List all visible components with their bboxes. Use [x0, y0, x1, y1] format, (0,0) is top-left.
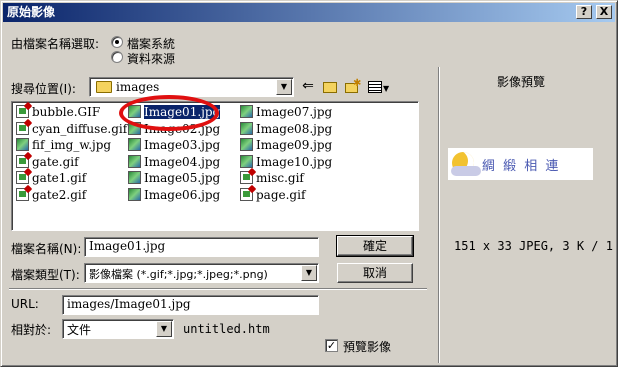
filename-label: 檔案名稱(N): [11, 242, 82, 256]
file-name: fif_img_w.jpg [32, 138, 112, 152]
jpeg-file-icon [128, 171, 141, 184]
preview-image-text: 綢 緞 相 連 [482, 159, 561, 174]
file-item[interactable]: Image04.jpg [128, 154, 220, 170]
file-name: gate2.gif [32, 187, 87, 202]
up-folder-icon[interactable] [321, 78, 339, 96]
look-in-value: images [116, 80, 160, 94]
file-name: Image08.jpg [256, 121, 333, 136]
select-source-label: 由檔案名稱選取: [11, 37, 100, 51]
gif-file-icon [16, 105, 29, 118]
jpeg-file-icon [128, 154, 141, 168]
help-button[interactable]: ? [576, 5, 592, 19]
file-item[interactable]: Image06.jpg [128, 187, 220, 203]
cancel-button[interactable]: 取消 [337, 263, 413, 283]
url-label: URL: [11, 297, 39, 311]
relative-value: 文件 [67, 323, 92, 337]
folder-icon [96, 81, 112, 93]
filename-input[interactable]: Image01.jpg [84, 237, 319, 257]
help-icon: ? [580, 5, 588, 18]
chevron-down-icon[interactable]: ▼ [276, 79, 292, 95]
file-name: gate1.gif [32, 171, 87, 185]
file-item[interactable]: cyan_diffuse.gif [16, 121, 127, 137]
file-name: bubble.GIF [32, 105, 101, 119]
filetype-select[interactable]: 影像檔案 (*.gif;*.jpg;*.jpeg;*.png) ▼ [84, 263, 319, 283]
file-list[interactable]: bubble.GIF cyan_diffuse.gif fif_img_w.jpgg… [11, 101, 419, 231]
vertical-divider [438, 67, 440, 363]
jpeg-file-icon [128, 138, 141, 151]
file-item[interactable]: bubble.GIF [16, 104, 100, 120]
jpeg-file-icon [240, 121, 253, 135]
file-name: Image06.jpg [144, 187, 221, 202]
radio-data-source-label[interactable]: 資料來源 [127, 50, 175, 67]
file-item[interactable]: Image03.jpg [128, 137, 220, 153]
file-item[interactable]: Image08.jpg [240, 121, 332, 137]
cloud-icon [451, 166, 481, 176]
view-menu-icon[interactable]: ▼ [367, 78, 391, 96]
divider [9, 288, 427, 290]
preview-image: 綢 緞 相 連 [448, 148, 593, 180]
file-item[interactable]: Image07.jpg [240, 104, 332, 120]
file-item[interactable]: gate1.gif [16, 170, 86, 186]
gif-file-icon [16, 121, 29, 135]
file-item[interactable]: page.gif [240, 187, 305, 203]
chevron-down-icon[interactable]: ▼ [301, 265, 317, 281]
file-name: Image07.jpg [256, 105, 333, 119]
file-name: Image04.jpg [144, 154, 221, 169]
jpeg-file-icon [128, 187, 141, 201]
chevron-down-icon[interactable]: ▼ [156, 321, 172, 337]
file-item[interactable]: fif_img_w.jpg [16, 137, 111, 153]
file-item[interactable]: Image10.jpg [240, 154, 332, 170]
filename-value: Image01.jpg [89, 239, 166, 253]
file-name: gate.gif [32, 154, 79, 169]
file-item[interactable]: gate2.gif [16, 187, 86, 203]
file-item[interactable]: misc.gif [240, 170, 304, 186]
close-button[interactable]: X [596, 5, 612, 19]
file-item[interactable]: gate.gif [16, 154, 79, 170]
preview-checkbox[interactable]: ✓ [325, 339, 338, 352]
gif-file-icon [240, 187, 253, 201]
file-name: Image05.jpg [144, 171, 221, 185]
jpeg-file-icon [16, 138, 29, 151]
window-title: 原始影像 [7, 5, 56, 19]
url-input[interactable]: images/Image01.jpg [62, 295, 319, 315]
file-item[interactable]: Image09.jpg [240, 137, 332, 153]
jpeg-file-icon [240, 138, 253, 151]
jpeg-file-icon [240, 105, 253, 118]
file-name: Image10.jpg [256, 154, 333, 169]
jpeg-file-icon [240, 154, 253, 168]
look-in-combo[interactable]: images ▼ [89, 77, 294, 97]
preview-checkbox-label[interactable]: 預覽影像 [343, 338, 391, 355]
check-icon: ✓ [326, 339, 337, 352]
file-name: page.gif [256, 187, 306, 202]
highlight-circle [119, 95, 219, 131]
dialog-window: 原始影像 ? X 由檔案名稱選取: 檔案系統 資料來源 搜尋位置(I): ima… [0, 0, 618, 367]
title-bar[interactable]: 原始影像 [3, 3, 615, 22]
gif-file-icon [16, 171, 29, 184]
file-item[interactable]: Image05.jpg [128, 170, 220, 186]
new-folder-icon[interactable]: ✱ [343, 78, 361, 96]
file-name: Image09.jpg [256, 138, 333, 152]
gif-file-icon [240, 171, 253, 184]
close-icon: X [599, 5, 609, 18]
look-in-label: 搜尋位置(I): [11, 82, 76, 96]
gif-file-icon [16, 187, 29, 201]
file-name: Image03.jpg [144, 138, 221, 152]
radio-data-source[interactable] [111, 51, 123, 63]
preview-title: 影像預覽 [497, 75, 546, 89]
relative-select[interactable]: 文件 ▼ [62, 319, 174, 339]
filetype-value: 影像檔案 (*.gif;*.jpg;*.jpeg;*.png) [89, 268, 268, 281]
radio-file-system[interactable] [111, 36, 123, 48]
back-arrow-icon[interactable]: ⇐ [299, 78, 317, 96]
filetype-label: 檔案類型(T): [11, 268, 80, 282]
file-name: misc.gif [256, 171, 304, 185]
gif-file-icon [16, 154, 29, 168]
ok-button[interactable]: 確定 [336, 235, 414, 257]
preview-info: 151 x 33 JPEG, 3 K / 1 [454, 239, 613, 253]
file-name: cyan_diffuse.gif [32, 121, 128, 136]
relative-label: 相對於: [11, 323, 52, 337]
relative-document: untitled.htm [183, 322, 270, 336]
url-value: images/Image01.jpg [67, 297, 191, 311]
